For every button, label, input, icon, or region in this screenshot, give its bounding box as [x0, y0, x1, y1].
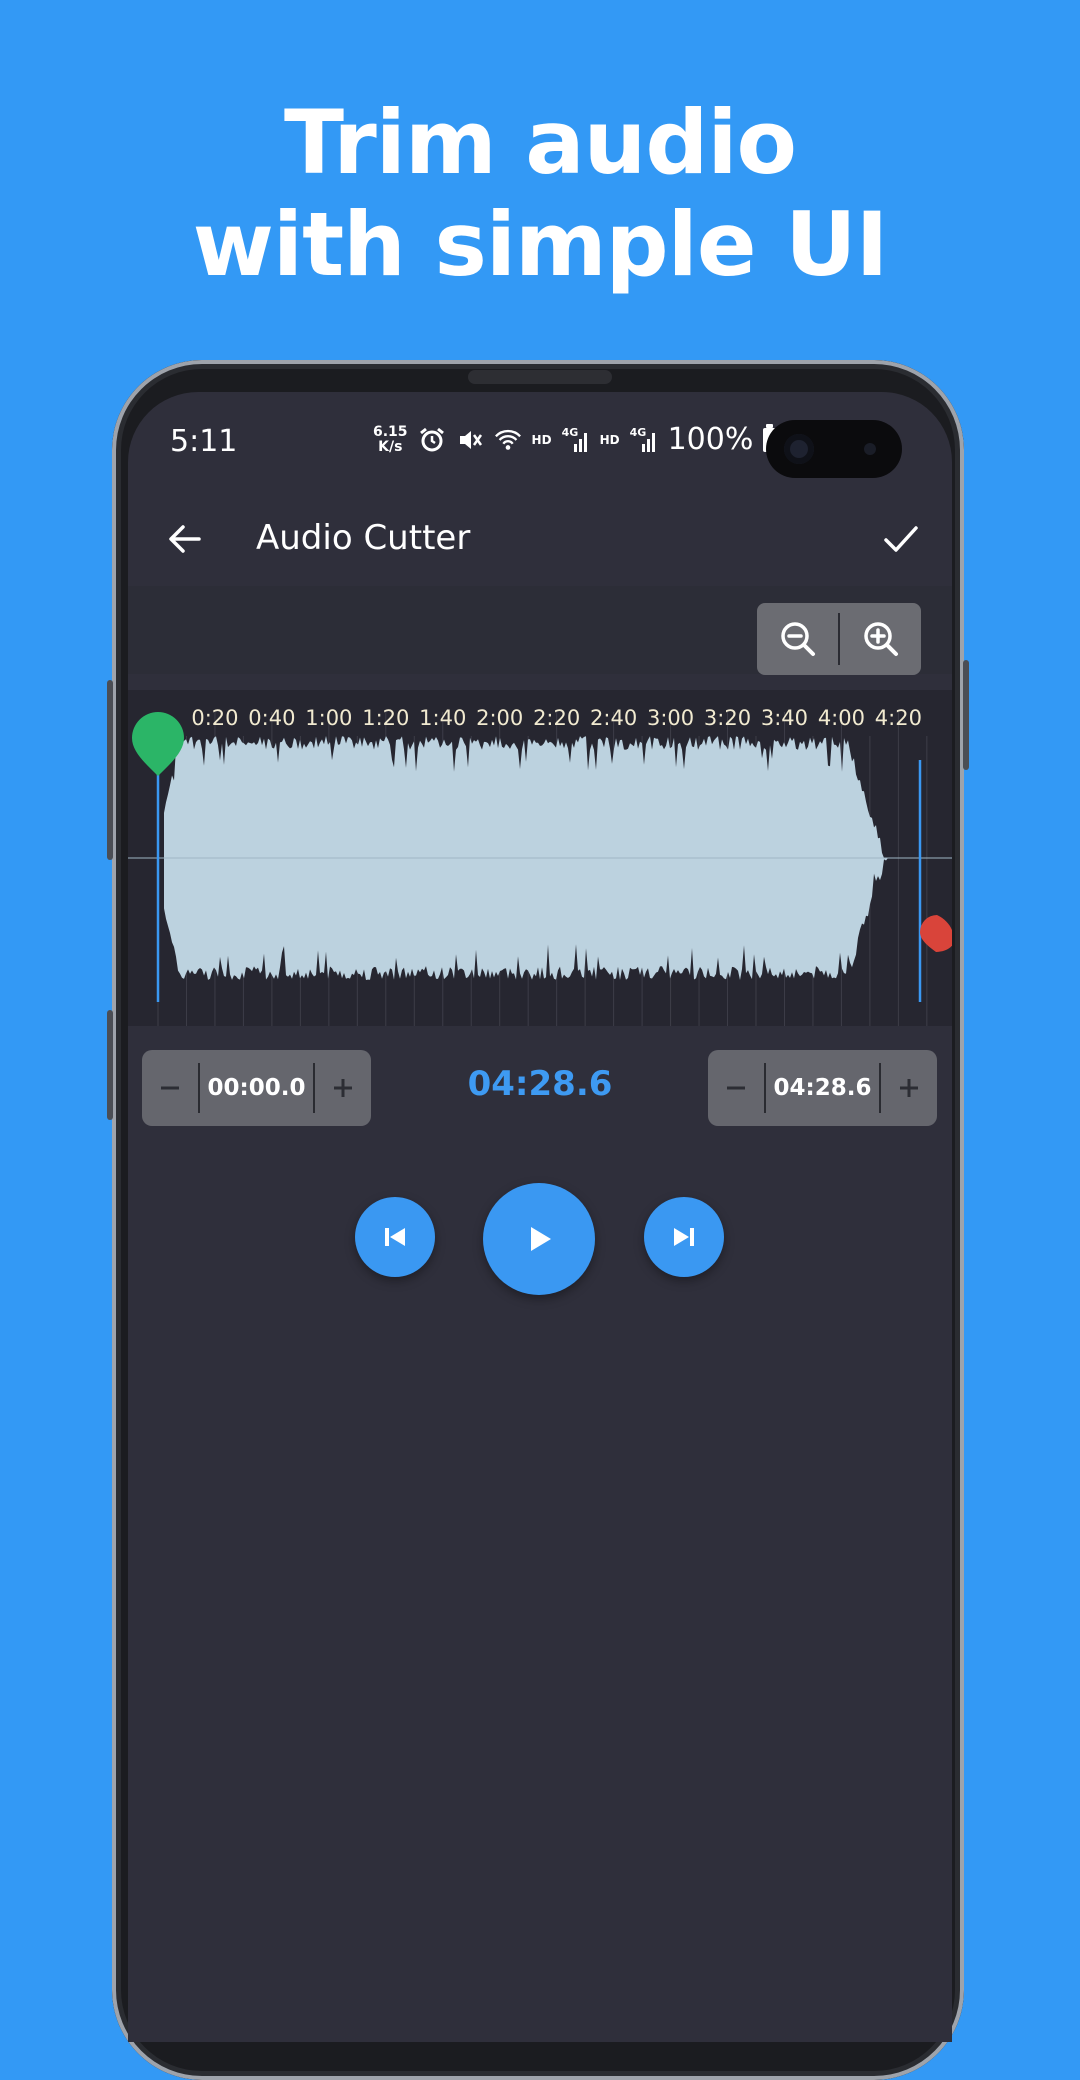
phone-speaker	[468, 370, 612, 384]
back-button[interactable]	[160, 514, 210, 564]
time-label: 3:00	[646, 706, 695, 730]
status-bar: 5:11 6.15 K/s HD 4G HD 4G 100%	[128, 392, 952, 492]
promo-headline: Trim audio with simple UI	[0, 92, 1080, 296]
app-bar: Audio Cutter	[128, 492, 952, 586]
status-time: 5:11	[170, 424, 238, 459]
status-icons: 6.15 K/s HD 4G HD 4G 100%	[373, 422, 777, 457]
wifi-icon	[494, 426, 522, 454]
battery-percent: 100%	[667, 422, 754, 457]
time-label: 1:20	[362, 706, 410, 730]
time-label: 2:40	[590, 706, 638, 730]
net-speed-value: 6.15	[373, 423, 408, 440]
time-label: 3:40	[760, 706, 809, 730]
end-decrease-button[interactable]	[708, 1050, 764, 1126]
minus-icon	[727, 1086, 745, 1090]
skip-previous-icon	[385, 1228, 405, 1246]
signal-icon-1: 4G	[562, 426, 590, 454]
plus-icon	[900, 1079, 918, 1097]
signal-label-2: 4G	[629, 425, 647, 439]
skip-previous-button[interactable]	[355, 1197, 435, 1277]
start-time-value[interactable]: 00:00.0	[200, 1075, 313, 1101]
signal-icon-2: 4G	[630, 426, 658, 454]
time-label: 2:20	[533, 706, 581, 730]
start-decrease-button[interactable]	[142, 1050, 198, 1126]
arrow-left-icon	[169, 525, 201, 553]
time-label: 4:00	[817, 706, 865, 730]
hd-label-1: HD	[531, 432, 552, 447]
time-label: 3:20	[703, 706, 752, 730]
time-label: 4:20	[874, 706, 922, 730]
phone-volume-button	[107, 680, 113, 860]
alarm-icon	[418, 426, 446, 454]
end-time-value[interactable]: 04:28.6	[766, 1075, 879, 1101]
promo-line-2: with simple UI	[192, 193, 889, 296]
start-increase-button[interactable]	[315, 1050, 371, 1126]
time-label: 2:00	[476, 706, 524, 730]
zoom-out-icon	[780, 622, 815, 656]
zoom-in-button[interactable]	[840, 603, 921, 675]
start-time-control: 00:00.0	[142, 1050, 371, 1126]
plus-icon	[334, 1079, 352, 1097]
net-speed-unit: K/s	[378, 438, 403, 455]
front-sensor	[864, 443, 876, 455]
waveform-canvas	[128, 712, 952, 1026]
minus-icon	[161, 1086, 179, 1090]
promo-line-1: Trim audio	[284, 91, 797, 194]
waveform-view[interactable]: 0:20 0:40 1:00 1:20 1:40 2:00 2:20 2:40 3:00 3:20…	[128, 690, 952, 1026]
time-label: 1:40	[419, 706, 467, 730]
skip-next-icon	[674, 1228, 694, 1246]
time-label: 0:20	[191, 706, 239, 730]
mute-icon	[456, 426, 484, 454]
skip-next-button[interactable]	[644, 1197, 724, 1277]
phone-side-key	[107, 1010, 113, 1120]
zoom-in-icon	[863, 622, 898, 656]
end-increase-button[interactable]	[881, 1050, 937, 1126]
confirm-button[interactable]	[876, 514, 926, 564]
time-label: 1:00	[305, 706, 353, 730]
phone-power-button	[963, 660, 969, 770]
end-time-control: 04:28.6	[708, 1050, 937, 1126]
net-speed: 6.15 K/s	[373, 423, 408, 455]
check-icon	[884, 526, 918, 552]
time-label: 0:40	[248, 706, 296, 730]
signal-label-1: 4G	[561, 425, 579, 439]
end-marker-handle[interactable]	[920, 915, 952, 952]
zoom-controls	[757, 603, 921, 675]
hd-label-2: HD	[599, 432, 620, 447]
camera-cutout	[766, 420, 902, 478]
app-title: Audio Cutter	[256, 518, 471, 558]
front-camera	[784, 434, 814, 464]
play-icon	[531, 1227, 551, 1251]
play-button[interactable]	[483, 1183, 595, 1295]
zoom-out-button[interactable]	[757, 603, 838, 675]
